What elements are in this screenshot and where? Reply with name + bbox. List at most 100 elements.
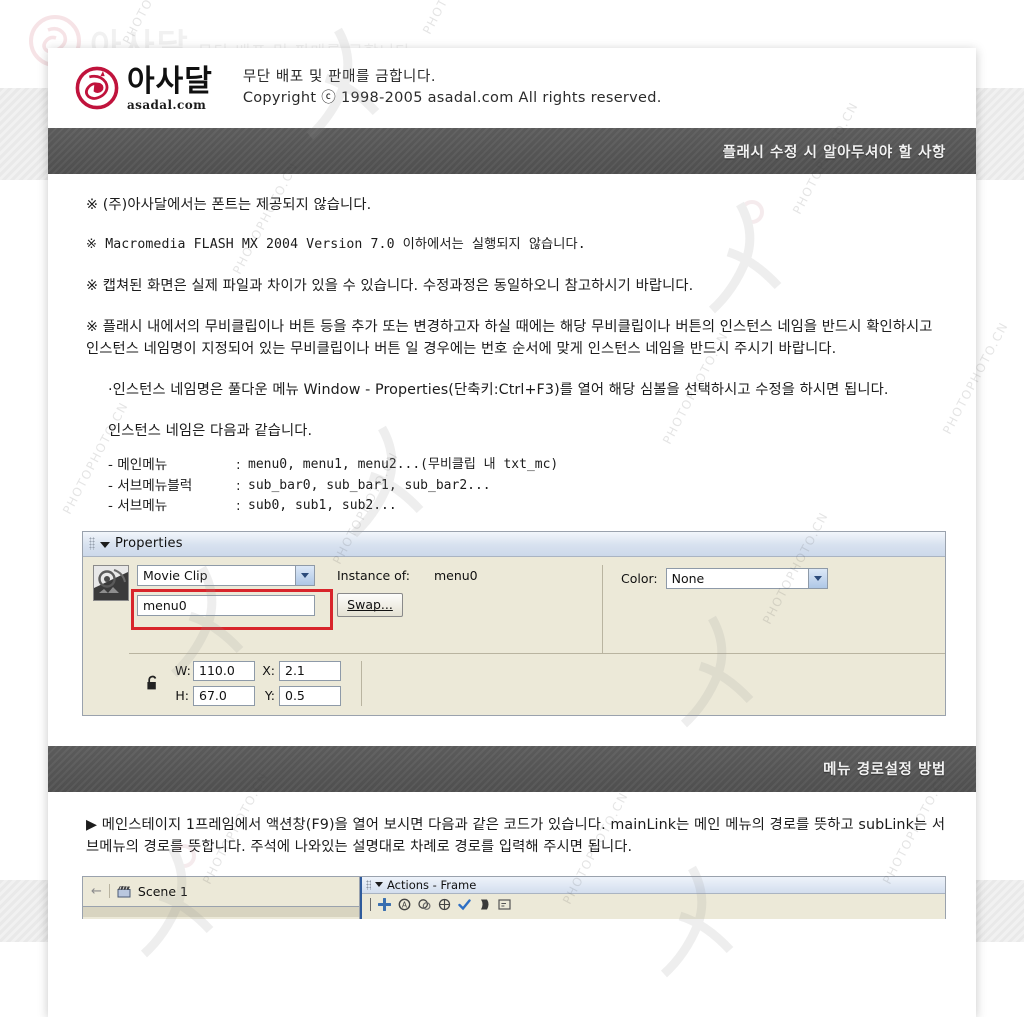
height-label: H: <box>175 688 189 704</box>
asadal-logo-icon <box>75 66 119 110</box>
symbol-type-select[interactable]: Movie Clip <box>137 564 315 586</box>
y-label: Y: <box>264 688 275 704</box>
x-input[interactable]: 2.1 <box>279 660 341 681</box>
color-value: None <box>671 570 705 586</box>
flash-properties-panel: Properties Movie Clip menu0 Instance of:… <box>82 530 946 716</box>
chevron-down-icon[interactable] <box>295 565 314 585</box>
bullet-instance-name-howto: ·인스턴스 네임명은 풀다운 메뉴 Window - Properties(단축… <box>108 382 889 399</box>
instance-of-column: Instance of: menu0 Swap... <box>325 564 603 653</box>
x-label: X: <box>262 663 275 679</box>
properties-panel-body: Movie Clip menu0 Instance of: menu0 Swap… <box>83 556 945 715</box>
replace-icon[interactable] <box>418 898 431 911</box>
header-notice-line: 무단 배포 및 판매를 금합니다. <box>242 69 437 86</box>
notice-item: ※ (주)아사달에서는 폰트는 제공되지 않습니다. <box>86 197 372 213</box>
list-item-value: sub0, sub1, sub2... <box>248 498 397 514</box>
header-copyright-line: Copyright ⓒ 1998-2005 asadal.com All rig… <box>242 90 662 106</box>
list-item-label: - 서브메뉴 <box>108 498 168 515</box>
width-label: W: <box>175 663 191 679</box>
list-item-colon: : <box>236 498 241 515</box>
auto-format-icon[interactable] <box>478 898 491 911</box>
list-item-colon: : <box>236 457 241 474</box>
main-content-card: 아사달 asadal.com 무단 배포 및 판매를 금합니다. Copyrig… <box>48 48 976 1017</box>
logo-hangul-text: 아사달 <box>127 64 213 99</box>
actions-panel-titlebar[interactable]: Actions - Frame <box>362 876 945 894</box>
height-input[interactable]: 67.0 <box>193 685 255 706</box>
properties-panel-title: Properties <box>115 536 183 552</box>
bullet-instance-name-intro: 인스턴스 네임은 다음과 같습니다. <box>108 423 313 440</box>
width-height-group: W: 110.0 H: 67.0 <box>175 660 255 706</box>
list-item-label: - 메인메뉴 <box>108 457 168 474</box>
color-label: Color: <box>621 570 658 586</box>
section-bar-menu-path: 메뉴 경로설정 방법 <box>48 745 976 792</box>
swap-button-label: Swap... <box>347 597 393 613</box>
section2-block: ▶ 메인스테이지 1프레임에서 액션창(F9)을 열어 보시면 다음과 같은 코… <box>48 792 976 858</box>
instance-of-value: menu0 <box>433 567 478 583</box>
symbol-type-value: Movie Clip <box>143 567 208 583</box>
divider <box>108 884 110 899</box>
y-input[interactable]: 0.5 <box>279 685 341 706</box>
brand-logo: 아사달 asadal.com <box>74 65 213 111</box>
svg-text:A: A <box>402 900 408 909</box>
instance-name-input[interactable]: menu0 <box>137 594 315 616</box>
color-select[interactable]: None <box>665 567 828 589</box>
width-input[interactable]: 110.0 <box>193 660 255 681</box>
instance-name-list: - 메인메뉴 : menu0, menu1, menu2...(무비클립 내 t… <box>86 455 950 516</box>
y-value: 0.5 <box>285 688 305 704</box>
section-title-menu-path: 메뉴 경로설정 방법 <box>823 762 946 779</box>
swap-button[interactable]: Swap... <box>337 592 403 617</box>
lock-column <box>129 661 175 706</box>
symbol-type-column: Movie Clip menu0 <box>129 564 333 630</box>
scene-panel-underbar <box>83 905 359 917</box>
toolbar-grip[interactable] <box>370 897 371 911</box>
scene-label[interactable]: Scene 1 <box>138 884 188 899</box>
panel-grip-icon[interactable] <box>89 537 95 551</box>
scene-panel: ← Scene 1 <box>83 876 360 919</box>
list-item-value: sub_bar0, sub_bar1, sub_bar2... <box>248 477 491 493</box>
back-arrow-icon[interactable]: ← <box>91 884 102 899</box>
instance-name-value: menu0 <box>143 597 187 613</box>
logo-latin-text: asadal.com <box>127 98 207 112</box>
unlock-icon[interactable] <box>146 675 159 691</box>
chevron-down-icon[interactable] <box>375 882 383 888</box>
instance-of-label: Instance of: <box>337 567 410 583</box>
properties-fields: Movie Clip menu0 Instance of: menu0 Swap… <box>129 557 945 715</box>
x-value: 2.1 <box>285 663 305 679</box>
notice-item: ※ 캡쳐된 화면은 실제 파일과 차이가 있을 수 있습니다. 수정과정은 동일… <box>86 277 694 294</box>
list-item: - 메인메뉴 : menu0, menu1, menu2...(무비클립 내 t… <box>108 455 950 475</box>
chevron-down-icon[interactable] <box>100 541 110 548</box>
header-copyright-block: 무단 배포 및 판매를 금합니다. Copyright ⓒ 1998-2005 … <box>243 67 662 108</box>
find-icon[interactable]: A <box>398 898 411 911</box>
dimensions-row: W: 110.0 H: 67.0 X: 2.1 Y: 0.5 <box>129 652 945 715</box>
add-statement-icon[interactable] <box>378 897 391 911</box>
list-item-colon: : <box>236 477 241 494</box>
color-column: Color: None <box>603 565 828 589</box>
section-bar-flash-notes: 플래시 수정 시 알아두셔야 할 사항 <box>48 128 976 174</box>
show-code-hint-icon[interactable] <box>498 898 511 911</box>
symbol-preview-column <box>83 557 129 715</box>
properties-panel-titlebar[interactable]: Properties <box>83 531 945 557</box>
notice-item: ※ Macromedia FLASH MX 2004 Version 7.0 이… <box>86 237 586 253</box>
target-insert-icon[interactable] <box>438 898 451 911</box>
dimension-fields: W: 110.0 H: 67.0 X: 2.1 Y: 0.5 <box>175 660 362 706</box>
scene-clapboard-icon <box>117 885 131 898</box>
dimensions-divider <box>361 660 362 706</box>
x-y-group: X: 2.1 Y: 0.5 <box>261 660 341 706</box>
instance-name-wrapper: menu0 <box>131 588 333 630</box>
panel-grip-icon[interactable] <box>366 879 371 890</box>
flash-ide-strip: ← Scene 1 Actions - Frame A <box>82 875 946 919</box>
notices-block: ※ (주)아사달에서는 폰트는 제공되지 않습니다. ※ Macromedia … <box>48 174 976 525</box>
page-header: 아사달 asadal.com 무단 배포 및 판매를 금합니다. Copyrig… <box>48 48 976 128</box>
list-item-label: - 서브메뉴블럭 <box>108 477 193 494</box>
height-value: 67.0 <box>199 688 227 704</box>
list-item: - 서브메뉴 : sub0, sub1, sub2... <box>108 496 950 516</box>
movie-clip-symbol-icon <box>93 564 129 601</box>
section-title-flash-notes: 플래시 수정 시 알아두셔야 할 사항 <box>722 144 946 161</box>
actions-panel-title: Actions - Frame <box>387 877 477 892</box>
actions-toolbar: A <box>362 894 945 911</box>
list-item-value: menu0, menu1, menu2...(무비클립 내 txt_mc) <box>248 457 559 473</box>
actions-panel: Actions - Frame A <box>360 876 945 919</box>
list-item: - 서브메뉴블럭 : sub_bar0, sub_bar1, sub_bar2.… <box>108 476 950 496</box>
check-syntax-icon[interactable] <box>458 898 471 911</box>
chevron-down-icon[interactable] <box>807 568 827 588</box>
width-value: 110.0 <box>199 663 235 679</box>
